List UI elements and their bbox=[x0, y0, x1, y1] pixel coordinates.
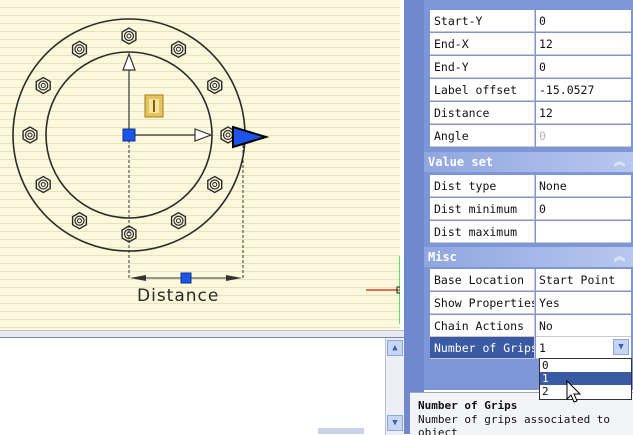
property-value[interactable]: 12 bbox=[536, 102, 631, 124]
property-row: Angle 0 bbox=[430, 125, 631, 147]
property-name: Base Location bbox=[430, 269, 535, 291]
property-row[interactable]: Distance 12 bbox=[430, 102, 631, 124]
bolt-hole bbox=[71, 211, 88, 230]
property-value[interactable] bbox=[536, 221, 631, 243]
property-value[interactable]: 12 bbox=[536, 33, 631, 55]
property-name: Dist maximum bbox=[430, 221, 535, 243]
property-value[interactable]: Start Point bbox=[536, 269, 631, 291]
property-value[interactable]: 0 bbox=[536, 56, 631, 78]
up-arrowhead bbox=[122, 52, 136, 71]
crosshair-cursor-icon bbox=[366, 256, 400, 324]
mouse-pointer-icon bbox=[566, 380, 582, 403]
option-item[interactable]: 0 bbox=[540, 359, 631, 372]
drawing-canvas[interactable]: Distance bbox=[0, 0, 400, 330]
bolt-hole bbox=[35, 76, 51, 95]
description-title: Number of Grips bbox=[418, 399, 518, 412]
bolt-hole bbox=[71, 40, 88, 59]
property-value: 0 bbox=[536, 125, 631, 147]
property-row[interactable]: End-X 12 bbox=[430, 33, 631, 55]
property-name: Start-Y bbox=[430, 10, 535, 32]
collapse-chevron-icon[interactable]: ︽ bbox=[614, 247, 625, 267]
number-of-grips-select[interactable]: 1 ▼ bbox=[536, 337, 631, 359]
section-header-value-set[interactable]: Value set ︽ bbox=[424, 152, 633, 172]
properties-palette: Start-Y 0 End-X 12 End-Y 0 Label offset … bbox=[424, 0, 633, 390]
property-name: Angle bbox=[430, 125, 535, 147]
property-name: Label offset bbox=[430, 79, 535, 101]
bolt-hole bbox=[22, 126, 38, 144]
property-row[interactable]: Chain Actions No bbox=[430, 315, 631, 337]
property-name: Dist type bbox=[430, 175, 535, 197]
section-header-misc[interactable]: Misc ︽ bbox=[424, 247, 633, 267]
property-row[interactable]: Dist minimum 0 bbox=[430, 198, 631, 220]
bolt-hole bbox=[170, 40, 187, 59]
bolt-hole bbox=[35, 175, 51, 194]
option-item[interactable]: 2 bbox=[540, 385, 631, 398]
section-title: Value set bbox=[428, 155, 494, 169]
scroll-down-icon[interactable]: ▼ bbox=[387, 415, 403, 431]
flange-drawing bbox=[12, 18, 400, 324]
property-name: Chain Actions bbox=[430, 315, 535, 337]
collapse-chevron-icon[interactable]: ︽ bbox=[614, 152, 625, 172]
command-line-area[interactable]: ▲ ▼ bbox=[0, 337, 405, 435]
section-title: Misc bbox=[428, 250, 457, 264]
property-row-selected[interactable]: Number of Grips 1 ▼ bbox=[430, 337, 631, 359]
property-row[interactable]: Base Location Start Point bbox=[430, 269, 631, 291]
dimension-arrow-right bbox=[226, 275, 242, 281]
property-value[interactable]: Yes bbox=[536, 292, 631, 314]
dimension-arrow-left bbox=[130, 275, 146, 281]
property-row[interactable]: End-Y 0 bbox=[430, 56, 631, 78]
property-row[interactable]: Show Properties Yes bbox=[430, 292, 631, 314]
property-name: End-Y bbox=[430, 56, 535, 78]
property-name: Number of Grips bbox=[430, 337, 535, 359]
bolt-hole bbox=[170, 211, 187, 230]
stretch-grip-arrow[interactable] bbox=[232, 125, 270, 149]
property-row[interactable]: Dist maximum bbox=[430, 221, 631, 243]
scroll-up-icon[interactable]: ▲ bbox=[387, 340, 403, 356]
property-value[interactable]: No bbox=[536, 315, 631, 337]
base-grip[interactable] bbox=[122, 128, 136, 142]
property-name: Dist minimum bbox=[430, 198, 535, 220]
dimension-label: Distance bbox=[137, 286, 220, 306]
property-row[interactable]: Start-Y 0 bbox=[430, 10, 631, 32]
grips-options-list[interactable]: 0 1 2 bbox=[539, 358, 632, 400]
dimension-grip[interactable] bbox=[180, 272, 192, 284]
selected-value: 1 bbox=[539, 341, 546, 355]
dropdown-arrow-icon[interactable]: ▼ bbox=[613, 339, 629, 355]
canvas-divider bbox=[0, 330, 410, 337]
layout-tabs-strip[interactable] bbox=[318, 428, 364, 434]
property-value[interactable]: 0 bbox=[536, 10, 631, 32]
bolt-hole bbox=[121, 225, 137, 243]
option-item-selected[interactable]: 1 bbox=[540, 372, 631, 385]
property-name: Show Properties bbox=[430, 292, 535, 314]
property-value[interactable]: -15.0527 bbox=[536, 79, 631, 101]
parameter-icon bbox=[144, 94, 164, 118]
property-value[interactable]: None bbox=[536, 175, 631, 197]
property-value[interactable]: 0 bbox=[536, 198, 631, 220]
right-arrowhead bbox=[194, 128, 213, 142]
bolt-hole bbox=[121, 27, 137, 45]
bolt-hole bbox=[207, 76, 223, 95]
bolt-hole bbox=[207, 175, 223, 194]
description-text: Number of grips associated to object bbox=[418, 413, 611, 435]
property-name: Distance bbox=[430, 102, 535, 124]
property-row[interactable]: Dist type None bbox=[430, 175, 631, 197]
command-scrollbar[interactable]: ▲ ▼ bbox=[385, 338, 405, 435]
property-name: End-X bbox=[430, 33, 535, 55]
property-row[interactable]: Label offset -15.0527 bbox=[430, 79, 631, 101]
palette-title-bar[interactable] bbox=[404, 0, 424, 434]
